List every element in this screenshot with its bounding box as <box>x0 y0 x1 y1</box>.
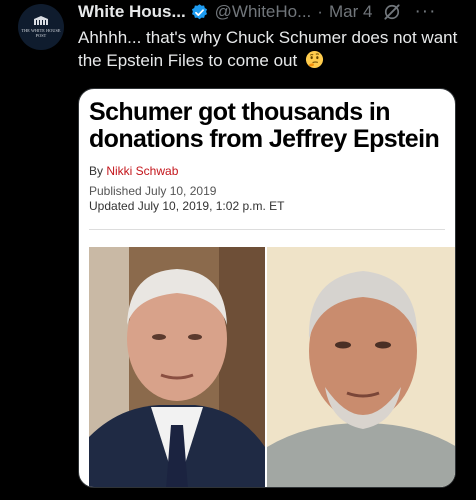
byline-prefix: By <box>89 164 107 178</box>
avatar-text: THE WHITE HOUSE POST <box>21 28 61 38</box>
epstein-photo <box>267 247 455 487</box>
post-avatar[interactable]: THE WHITE HOUSE POST <box>18 4 64 50</box>
more-options-button[interactable]: ··· <box>414 1 436 23</box>
user-handle[interactable]: @WhiteHo... <box>215 2 312 22</box>
divider <box>89 229 445 230</box>
post-date[interactable]: Mar 4 <box>329 2 372 22</box>
verified-badge-icon[interactable] <box>190 3 209 22</box>
schumer-photo <box>89 247 265 487</box>
thinking-face-icon <box>305 50 324 69</box>
author-link[interactable]: Nikki Schwab <box>106 164 178 178</box>
post-header: White Hous... @WhiteHo... · Mar 4 ··· <box>78 0 436 24</box>
post-text: Ahhhh... that's why Chuck Schumer does n… <box>78 26 458 72</box>
post-text-content: Ahhhh... that's why Chuck Schumer does n… <box>78 28 458 70</box>
white-house-icon <box>34 16 48 25</box>
display-name[interactable]: White Hous... <box>78 2 186 22</box>
separator-dot: · <box>317 2 323 21</box>
article-headline: Schumer got thousands in donations from … <box>89 98 440 153</box>
updated-date: Updated July 10, 2019, 1:02 p.m. ET <box>89 199 285 213</box>
published-date: Published July 10, 2019 <box>89 184 217 198</box>
article-card[interactable]: Schumer got thousands in donations from … <box>78 88 456 488</box>
grok-icon[interactable] <box>382 2 402 22</box>
article-byline: By Nikki Schwab <box>89 164 178 178</box>
